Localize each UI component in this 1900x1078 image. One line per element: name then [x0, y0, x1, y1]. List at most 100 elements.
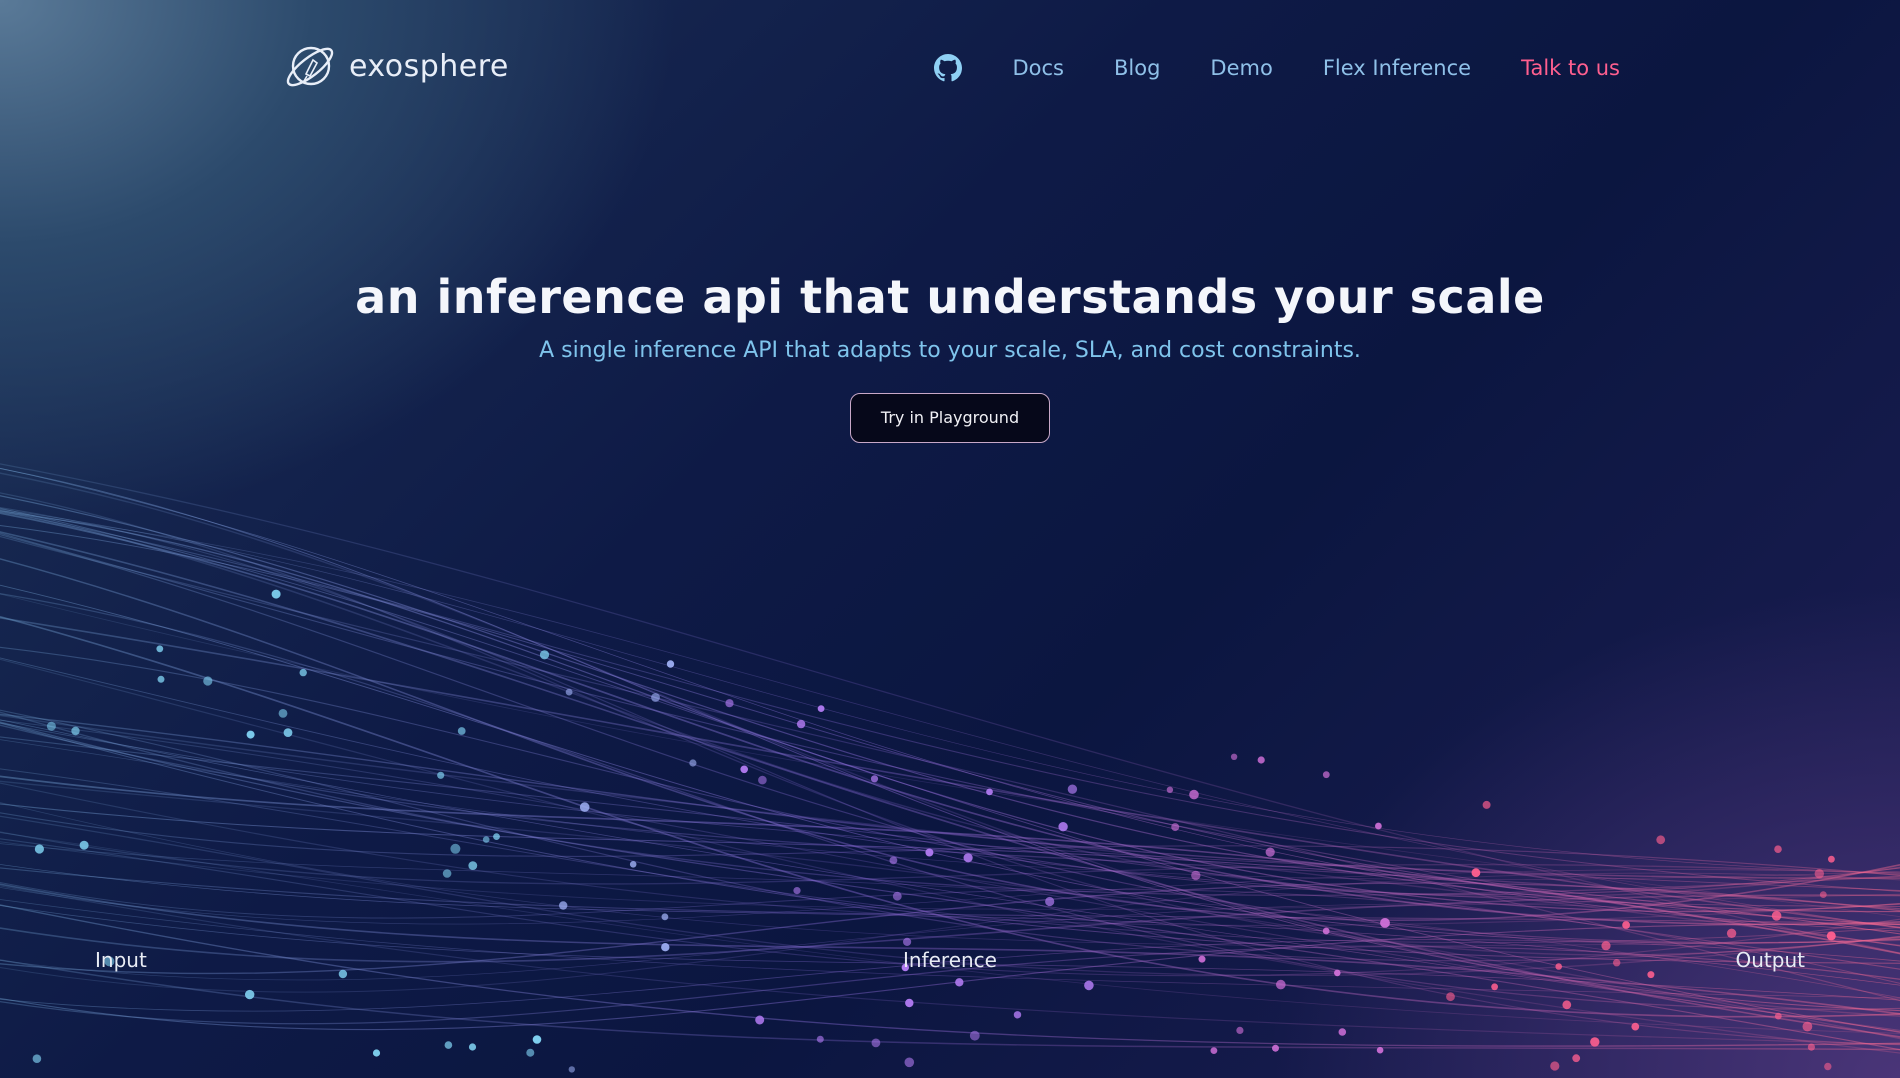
flow-particle	[905, 998, 914, 1008]
stage-label-inference: Inference	[903, 948, 997, 972]
flow-particle	[1446, 992, 1455, 1002]
flow-particle	[1814, 869, 1825, 879]
talk-to-us-link[interactable]: Talk to us	[1521, 56, 1620, 80]
flow-particle	[725, 699, 734, 708]
flow-particle	[903, 937, 912, 947]
flow-particle	[1272, 1044, 1279, 1052]
flow-particle	[1210, 1047, 1218, 1054]
flow-particle	[1807, 1043, 1815, 1051]
flow-line	[0, 713, 1900, 879]
flow-particle	[372, 1049, 381, 1057]
flow-particle	[79, 840, 89, 850]
flow-line	[0, 467, 1900, 932]
nav-docs-link[interactable]: Docs	[1012, 56, 1064, 80]
flow-particle	[1375, 822, 1382, 830]
flow-particle	[442, 869, 452, 878]
flow-line	[0, 714, 1900, 947]
try-in-playground-button[interactable]: Try in Playground	[850, 393, 1050, 443]
hero-section: an inference api that understands your s…	[0, 270, 1900, 443]
flow-particle	[565, 688, 573, 696]
flow-particle	[1819, 891, 1827, 898]
flow-particle	[1084, 980, 1094, 991]
flow-line	[0, 872, 1900, 993]
flow-particle	[629, 861, 637, 868]
flow-particle	[271, 589, 281, 599]
flow-particle	[1189, 789, 1199, 800]
data-flow-visualization	[0, 463, 1900, 1073]
flow-particle	[1230, 753, 1238, 760]
flow-particle	[793, 887, 801, 895]
flow-particle	[1013, 1011, 1022, 1019]
flow-particle	[1590, 1037, 1600, 1047]
flow-particle	[437, 771, 445, 779]
flow-particle	[1491, 983, 1498, 991]
flow-particle	[969, 1030, 980, 1041]
nav-demo-link[interactable]: Demo	[1210, 56, 1272, 80]
flow-particle	[1622, 921, 1630, 929]
flow-particle	[1824, 1062, 1832, 1071]
flow-particle	[1656, 835, 1666, 845]
flow-particle	[32, 1054, 42, 1063]
flow-particle	[1774, 1012, 1782, 1020]
flow-particle	[203, 676, 213, 686]
flow-particle	[526, 1048, 535, 1057]
flow-particle	[1774, 845, 1782, 853]
flow-particle	[46, 721, 56, 731]
flow-particle	[904, 1057, 915, 1068]
flow-particle	[1380, 918, 1390, 928]
flow-particle	[539, 650, 550, 660]
flow-line	[0, 802, 1900, 947]
flow-particle	[1376, 1046, 1384, 1054]
nav-blog-link[interactable]: Blog	[1114, 56, 1160, 80]
flow-particle	[1482, 800, 1491, 809]
flow-particle	[579, 802, 590, 812]
flow-particle	[278, 709, 288, 718]
flow-line	[0, 534, 1900, 944]
flow-line	[0, 657, 1900, 907]
flow-particle	[283, 728, 293, 737]
flow-particle	[1236, 1026, 1244, 1034]
flow-particle	[1171, 823, 1180, 832]
flow-particle	[1058, 822, 1068, 832]
flow-particle	[892, 891, 902, 901]
flow-particle	[299, 668, 307, 677]
hero-title: an inference api that understands your s…	[355, 270, 1545, 324]
flow-particle	[1631, 1022, 1640, 1031]
flow-particle	[755, 1015, 765, 1025]
nav-flex-inference-link[interactable]: Flex Inference	[1323, 56, 1471, 80]
flow-particle	[1471, 868, 1481, 878]
flow-particle	[1802, 1021, 1813, 1032]
stage-label-output: Output	[1735, 948, 1805, 972]
flow-particle	[1826, 931, 1836, 941]
flow-particle	[1771, 911, 1782, 921]
flow-particle	[758, 775, 767, 785]
flow-particle	[817, 705, 825, 712]
flow-particle	[955, 978, 964, 987]
flow-particle	[651, 693, 660, 702]
flow-particle	[157, 675, 165, 683]
flow-particle	[1562, 1000, 1572, 1010]
flow-particle	[156, 645, 164, 653]
flow-line	[0, 509, 1900, 898]
flow-particle	[1828, 855, 1835, 863]
flow-particle	[1265, 847, 1275, 857]
brand[interactable]: exosphere	[281, 40, 509, 92]
flow-particle	[246, 730, 255, 739]
flow-line	[0, 511, 1900, 929]
flow-particle	[1322, 927, 1330, 935]
flow-particle	[71, 726, 80, 736]
flow-particle	[666, 660, 675, 668]
flow-particle	[1067, 784, 1078, 794]
flow-particle	[661, 913, 669, 921]
flow-particle	[245, 989, 255, 1000]
flow-particle	[986, 788, 993, 796]
flow-particle	[482, 836, 490, 843]
flow-particle	[493, 833, 500, 840]
github-icon[interactable]	[934, 54, 963, 82]
main-nav: Docs Blog Demo Flex Inference Talk to us	[934, 48, 1620, 88]
flow-particle	[1550, 1061, 1560, 1071]
flow-particle	[740, 765, 748, 774]
flow-line	[0, 593, 1900, 1010]
flow-particle	[889, 856, 898, 865]
brand-name: exosphere	[349, 48, 509, 84]
